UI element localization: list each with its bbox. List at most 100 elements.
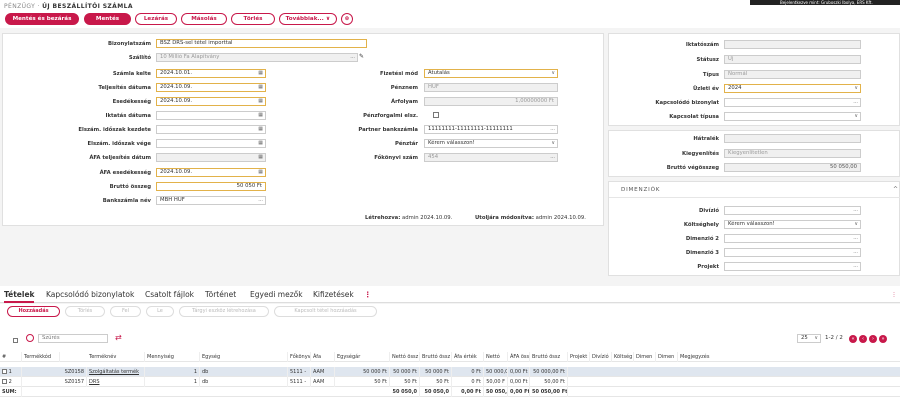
currency-field[interactable]: HUF	[424, 83, 558, 92]
payment-mode-select[interactable]: Átutalás ∨	[424, 69, 558, 78]
cell-product-name[interactable]: DRS	[87, 377, 145, 387]
column-header-gross-total[interactable]: Bruttó össz	[420, 352, 452, 362]
settlement-field[interactable]: Kiegyenlítetlen	[724, 149, 861, 158]
column-header-index[interactable]: #	[0, 352, 22, 362]
vat-due-input[interactable]: 2024.10.09. ▦	[156, 168, 266, 177]
column-header-vat-value[interactable]: Áfa érték	[452, 352, 484, 362]
create-asset-button[interactable]: Tárgyi eszköz létrehozása	[179, 306, 269, 317]
delete-item-button[interactable]: Törlés	[65, 306, 105, 317]
period-start-input[interactable]: ▦	[156, 125, 266, 134]
exchange-rate-field[interactable]: 1,00000000 Ft	[424, 97, 558, 106]
status-field[interactable]: Új	[724, 55, 861, 64]
column-header-cost-center[interactable]: Költség	[612, 352, 634, 362]
user-filter-icon[interactable]	[26, 334, 34, 342]
column-header-vat-sum[interactable]: ÁFA össz	[508, 352, 530, 362]
related-doc-field[interactable]: ...	[724, 98, 861, 107]
column-header-gross-sum[interactable]: Bruttó össz	[530, 352, 568, 362]
gross-total-field[interactable]: 50 050,00	[724, 163, 861, 172]
tab-attachments[interactable]: Csatolt fájlok	[145, 290, 194, 299]
row-select-checkbox[interactable]: 2	[0, 377, 22, 387]
calendar-icon[interactable]: ▦	[258, 154, 263, 161]
collapse-icon[interactable]: ^	[893, 186, 898, 193]
bank-lookup-icon[interactable]: ...	[258, 197, 263, 204]
save-button[interactable]: Mentés	[84, 13, 131, 25]
column-header-dimension-b[interactable]: Dimen	[656, 352, 678, 362]
calendar-icon[interactable]: ▦	[258, 126, 263, 133]
cashflow-checkbox[interactable]	[433, 112, 439, 118]
tab-items[interactable]: Tételek	[4, 290, 35, 299]
column-header-division[interactable]: Divízió	[590, 352, 612, 362]
copy-button[interactable]: Másolás	[181, 13, 227, 25]
select-all-checkbox[interactable]	[13, 337, 18, 344]
tab-custom-fields[interactable]: Egyedi mezők	[250, 290, 303, 299]
voucher-input[interactable]: BSZ DRS-sel tétel importtal	[156, 39, 367, 48]
supplier-lookup-icon[interactable]: ...	[350, 54, 355, 61]
lock-button[interactable]: Lezárás	[135, 13, 177, 25]
division-field[interactable]: ...	[724, 206, 861, 215]
calendar-icon[interactable]: ▦	[258, 169, 263, 176]
user-info[interactable]: Bejelentkezve mint: Gruboszki Ibolya, ER…	[750, 0, 900, 5]
column-header-unit[interactable]: Egység	[200, 352, 288, 362]
column-header-quantity[interactable]: Mennyiség	[145, 352, 200, 362]
dimension3-field[interactable]: ...	[724, 248, 861, 257]
dimension2-lookup-icon[interactable]: ...	[853, 235, 858, 242]
column-header-project[interactable]: Projekt	[568, 352, 590, 362]
filing-date-input[interactable]: ▦	[156, 111, 266, 120]
fiscal-year-select[interactable]: 2024 ∨	[724, 84, 861, 93]
move-up-button[interactable]: Fel	[110, 306, 141, 317]
column-header-net-total[interactable]: Nettó össz	[390, 352, 420, 362]
tab-history[interactable]: Történet	[205, 290, 236, 299]
filter-input[interactable]: Szűrés	[38, 334, 108, 343]
supplier-field[interactable]: 10 Millió Fa Alapítvány...	[156, 53, 358, 62]
project-field[interactable]: ...	[724, 262, 861, 271]
ledger-lookup-icon[interactable]: ...	[550, 154, 555, 161]
table-row[interactable]: 1 SZ0158 Szolgáltatás termék 1 db 5111 -…	[0, 367, 900, 377]
next-page-button[interactable]: ›	[869, 335, 877, 343]
swap-columns-icon[interactable]: ⇄	[115, 333, 122, 342]
column-header-dimension-a[interactable]: Dimen	[634, 352, 656, 362]
column-header-vat[interactable]: Áfa	[311, 352, 335, 362]
column-header-unit-price[interactable]: Egységár	[335, 352, 390, 362]
period-end-input[interactable]: ▦	[156, 139, 266, 148]
type-field[interactable]: Normál	[724, 70, 861, 79]
gross-amount-input[interactable]: 50 050 Ft	[156, 182, 266, 191]
vat-fulfilment-input[interactable]: ▦	[156, 153, 266, 162]
row-select-checkbox[interactable]: 1	[0, 367, 22, 377]
project-lookup-icon[interactable]: ...	[853, 263, 858, 270]
last-page-button[interactable]: »	[879, 335, 887, 343]
partner-bank-field[interactable]: 11111111-11111111-11111111...	[424, 125, 558, 134]
arrears-field[interactable]	[724, 134, 861, 143]
due-date-input[interactable]: 2024.10.09. ▦	[156, 97, 266, 106]
ledger-field[interactable]: 454...	[424, 153, 558, 162]
more-tabs-icon[interactable]: ⋮	[364, 290, 372, 299]
first-page-button[interactable]: «	[849, 335, 857, 343]
move-down-button[interactable]: Le	[146, 306, 174, 317]
division-lookup-icon[interactable]: ...	[853, 207, 858, 214]
filter-toggle-icon[interactable]: ⫶	[893, 290, 895, 300]
dimension3-lookup-icon[interactable]: ...	[853, 249, 858, 256]
calendar-icon[interactable]: ▦	[258, 70, 263, 77]
fulfilment-date-input[interactable]: 2024.10.09. ▦	[156, 83, 266, 92]
cell-product-name[interactable]: Szolgáltatás termék	[87, 367, 145, 377]
bank-account-field[interactable]: MBH HUF...	[156, 196, 266, 205]
table-row[interactable]: 2 SZ0157 DRS 1 db 5111 - AAM 50 Ft 50 Ft…	[0, 377, 900, 387]
page-size-select[interactable]: 25 ∨	[797, 334, 821, 343]
prev-page-button[interactable]: ‹	[859, 335, 867, 343]
cost-center-select[interactable]: Kérem válasszon! ∨	[724, 220, 861, 229]
delete-bin-icon[interactable]: ⊗	[341, 13, 353, 25]
dimension2-field[interactable]: ...	[724, 234, 861, 243]
tab-payments[interactable]: Kifizetések	[313, 290, 354, 299]
partner-bank-lookup-icon[interactable]: ...	[550, 126, 555, 133]
save-close-button[interactable]: Mentés és bezárás	[5, 13, 79, 25]
tab-related-docs[interactable]: Kapcsolódó bizonylatok	[46, 290, 134, 299]
column-header-note[interactable]: Megjegyzés	[678, 352, 738, 362]
add-linked-item-button[interactable]: Kapcsolt tétel hozzáadás	[274, 306, 377, 317]
calendar-icon[interactable]: ▦	[258, 84, 263, 91]
column-header-product-name[interactable]: Terméknév	[87, 352, 145, 362]
relation-type-select[interactable]: ∨	[724, 112, 861, 121]
calendar-icon[interactable]: ▦	[258, 140, 263, 147]
cashdesk-select[interactable]: Kérem válasszon! ∨	[424, 139, 558, 148]
column-header-product-code[interactable]: Termékkód	[22, 352, 60, 362]
more-actions-button[interactable]: Továbbiak... ∨	[279, 13, 337, 25]
invoice-date-input[interactable]: 2024.10.01. ▦	[156, 69, 266, 78]
